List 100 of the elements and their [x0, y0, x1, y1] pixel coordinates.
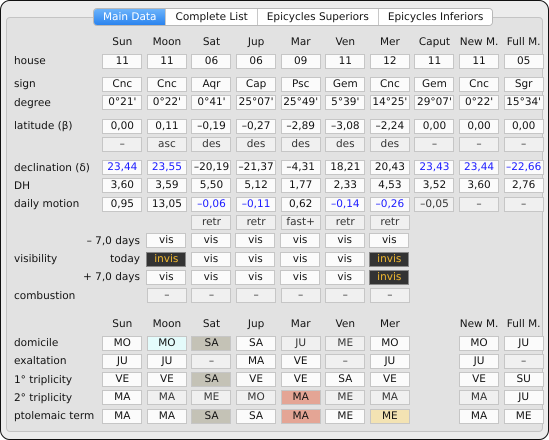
value-cell: 13,05 [146, 196, 187, 212]
value-cell: 1,77 [280, 178, 321, 194]
column-header: Mar [290, 36, 312, 48]
value-cell: des [236, 136, 276, 152]
value-cell: 11 [414, 54, 454, 69]
row-label: 1° triplicity [14, 374, 72, 386]
column-header: Jup [246, 318, 266, 330]
value-cell: invis [146, 252, 186, 267]
value-cell: 15°34' [504, 95, 544, 110]
value-cell: retr [236, 215, 276, 230]
value-cell: retr [370, 215, 410, 230]
value-cell: MA [146, 390, 187, 406]
value-cell: MA [459, 408, 500, 424]
row-label: daily motion [14, 198, 80, 210]
value-cell: SU [504, 372, 544, 388]
value-cell: vis [190, 233, 231, 248]
value-cell: vis [190, 270, 231, 285]
value-cell: 11 [459, 54, 500, 69]
value-cell: VE [370, 372, 410, 388]
value-cell: vis [235, 270, 276, 285]
value-cell: vis [369, 233, 410, 248]
value-cell: – [459, 196, 500, 212]
row-label: sign [14, 78, 36, 90]
value-cell: vis [324, 270, 365, 285]
value-cell: JU [146, 354, 187, 369]
row-label: declination (δ) [14, 162, 90, 174]
value-cell: ME [370, 408, 410, 424]
value-cell: fast+ [280, 215, 321, 230]
value-cell: 20,43 [370, 160, 410, 176]
value-cell: 0,00 [414, 118, 454, 134]
value-cell: vis [324, 233, 365, 248]
column-header: Caput [418, 36, 452, 48]
value-cell: 5°39' [325, 95, 366, 110]
value-cell: retr [191, 215, 232, 230]
value-cell: Aqr [191, 76, 232, 92]
value-cell: 0°22' [146, 95, 187, 110]
value-cell: – [504, 136, 544, 152]
row-label: degree [14, 96, 51, 109]
value-cell: des [370, 136, 410, 152]
column-header: New M. [458, 318, 500, 330]
value-cell: SA [236, 336, 276, 350]
value-cell: VE [459, 372, 500, 388]
column-header: Mer [378, 36, 401, 48]
value-cell: vis [235, 252, 276, 267]
value-cell: 5,50 [191, 178, 232, 194]
value-cell: 5,12 [236, 178, 276, 194]
value-cell: 25°49' [280, 95, 321, 110]
value-cell: 23,55 [146, 160, 187, 176]
value-cell: des [280, 136, 321, 152]
value-cell: –0,05 [414, 196, 454, 212]
value-cell: 23,44 [102, 160, 142, 176]
value-cell: VE [146, 372, 187, 388]
column-header: Mer [378, 318, 401, 330]
value-cell: –0,19 [191, 118, 232, 134]
row-label: combustion [14, 290, 76, 302]
value-cell: – [280, 288, 321, 304]
value-cell: MA [280, 408, 321, 424]
column-header: Mar [290, 318, 312, 330]
value-cell: MA [102, 408, 142, 424]
row-sublabel: – 7,0 days [86, 234, 141, 247]
value-cell: SA [191, 372, 232, 388]
value-cell: MA [280, 390, 321, 406]
value-cell: JU [102, 354, 142, 369]
value-cell: SA [191, 336, 232, 350]
value-cell: –4,31 [280, 160, 321, 176]
value-cell: vis [324, 252, 365, 267]
value-cell: ME [325, 408, 366, 424]
column-header: Jup [246, 36, 266, 48]
value-cell: MA [370, 390, 410, 406]
value-cell: 3,59 [146, 178, 187, 194]
value-cell: 3,52 [414, 178, 454, 194]
value-cell: 0,00 [459, 118, 500, 134]
column-header: Sun [111, 36, 134, 48]
column-header: Full M. [506, 36, 542, 48]
value-cell: – [191, 354, 232, 369]
value-cell: MO [236, 390, 276, 406]
row-label: 2° triplicity [14, 392, 72, 404]
value-cell: VE [102, 372, 142, 388]
value-cell: ME [325, 390, 366, 406]
value-cell: JU [504, 390, 544, 406]
value-cell: 3,60 [102, 178, 142, 194]
value-cell: 0,62 [280, 196, 321, 212]
value-cell: des [191, 136, 232, 152]
value-cell: vis [280, 233, 320, 248]
value-cell: Sgr [504, 76, 544, 92]
value-cell: 11 [146, 54, 187, 69]
value-cell: 12 [370, 54, 410, 69]
value-cell: asc [146, 136, 187, 152]
value-cell: 23,44 [459, 160, 500, 176]
value-cell: – [236, 288, 276, 304]
value-cell: – [191, 288, 232, 304]
value-cell: invis [369, 270, 410, 285]
value-cell: MO [102, 336, 142, 350]
row-label: latitude (β) [14, 120, 73, 132]
column-header: Ven [334, 36, 356, 48]
value-cell: retr [325, 215, 366, 230]
value-cell: 06 [191, 54, 232, 69]
value-cell: Cnc [102, 76, 142, 92]
value-cell: ME [191, 390, 232, 406]
row-label: ptolemaic term [14, 410, 94, 422]
